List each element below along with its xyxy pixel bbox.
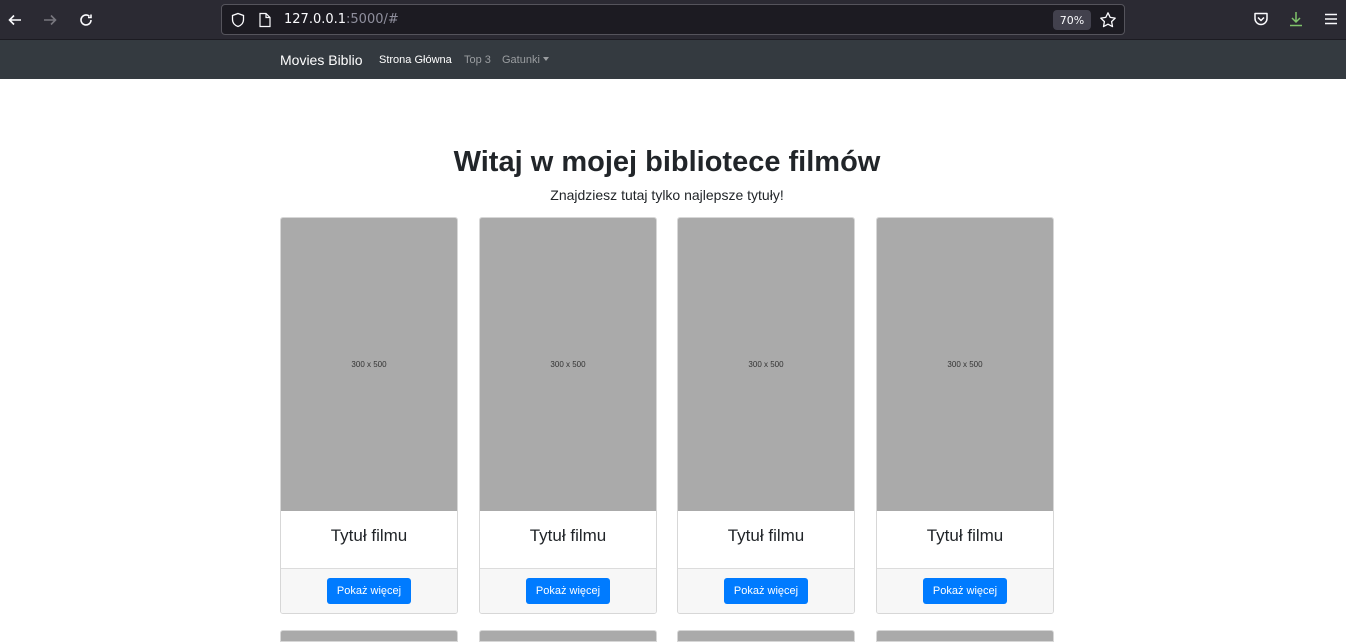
- movie-card: 300 x 500 Tytuł filmu Pokaż więcej: [280, 217, 458, 614]
- movie-title: Tytuł filmu: [727, 526, 805, 545]
- poster-size-label: 300 x 500: [351, 360, 387, 369]
- shield-icon[interactable]: [230, 12, 246, 28]
- address-bar[interactable]: 127.0.0.1:5000/# 70%: [221, 4, 1125, 35]
- page-icon: [259, 12, 271, 28]
- movie-card-partial: [479, 630, 657, 642]
- poster-size-label: 300 x 500: [748, 360, 784, 369]
- show-more-button[interactable]: Pokaż więcej: [526, 578, 610, 604]
- card-footer: Pokaż więcej: [678, 568, 854, 613]
- movie-poster-placeholder: 300 x 500: [281, 218, 457, 511]
- card-footer: Pokaż więcej: [281, 568, 457, 613]
- movie-poster-placeholder: 300 x 500: [877, 218, 1053, 511]
- movie-title: Tytuł filmu: [529, 526, 607, 545]
- movie-card: 300 x 500 Tytuł filmu Pokaż więcej: [876, 217, 1054, 614]
- url-text[interactable]: 127.0.0.1:5000/#: [284, 12, 399, 27]
- movie-card: 300 x 500 Tytuł filmu Pokaż więcej: [677, 217, 855, 614]
- poster-size-label: 300 x 500: [550, 360, 586, 369]
- card-footer: Pokaż więcej: [877, 568, 1053, 613]
- movie-card-partial: [280, 630, 458, 642]
- movie-card: 300 x 500 Tytuł filmu Pokaż więcej: [479, 217, 657, 614]
- nav-link-top3[interactable]: Top 3: [464, 54, 491, 66]
- page-title: Witaj w mojej bibliotece filmów: [453, 146, 881, 178]
- url-path: :5000/#: [346, 12, 399, 27]
- reload-button[interactable]: [74, 8, 98, 32]
- forward-button[interactable]: [38, 8, 62, 32]
- bookmark-star-icon[interactable]: [1099, 11, 1117, 29]
- back-arrow-icon: [8, 14, 21, 26]
- movie-title: Tytuł filmu: [926, 526, 1004, 545]
- nav-dropdown-genres[interactable]: Gatunki: [502, 54, 549, 66]
- movie-poster-placeholder: 300 x 500: [678, 218, 854, 511]
- navbar-brand[interactable]: Movies Biblio: [280, 52, 362, 68]
- show-more-button[interactable]: Pokaż więcej: [724, 578, 808, 604]
- url-host: 127.0.0.1: [284, 12, 347, 27]
- pocket-icon[interactable]: [1252, 10, 1270, 28]
- browser-toolbar: 127.0.0.1:5000/# 70%: [0, 0, 1346, 40]
- site-navbar: Movies Biblio Strona Główna Top 3 Gatunk…: [0, 40, 1346, 79]
- movie-card-partial: [677, 630, 855, 642]
- caret-down-icon: [542, 57, 549, 62]
- show-more-button[interactable]: Pokaż więcej: [327, 578, 411, 604]
- movie-poster-placeholder: 300 x 500: [480, 218, 656, 511]
- zoom-level-badge[interactable]: 70%: [1053, 10, 1091, 30]
- page-subtitle: Znajdziesz tutaj tylko najlepsze tytuły!: [550, 187, 784, 203]
- card-footer: Pokaż więcej: [480, 568, 656, 613]
- poster-size-label: 300 x 500: [947, 360, 983, 369]
- reload-icon: [80, 14, 92, 26]
- download-icon[interactable]: [1287, 10, 1305, 28]
- back-button[interactable]: [3, 8, 27, 32]
- nav-dropdown-label: Gatunki: [502, 54, 540, 66]
- forward-arrow-icon: [44, 14, 57, 26]
- show-more-button[interactable]: Pokaż więcej: [923, 578, 1007, 604]
- nav-link-home[interactable]: Strona Główna: [379, 54, 452, 66]
- menu-hamburger-icon[interactable]: [1322, 10, 1340, 28]
- movie-title: Tytuł filmu: [330, 526, 408, 545]
- movie-card-partial: [876, 630, 1054, 642]
